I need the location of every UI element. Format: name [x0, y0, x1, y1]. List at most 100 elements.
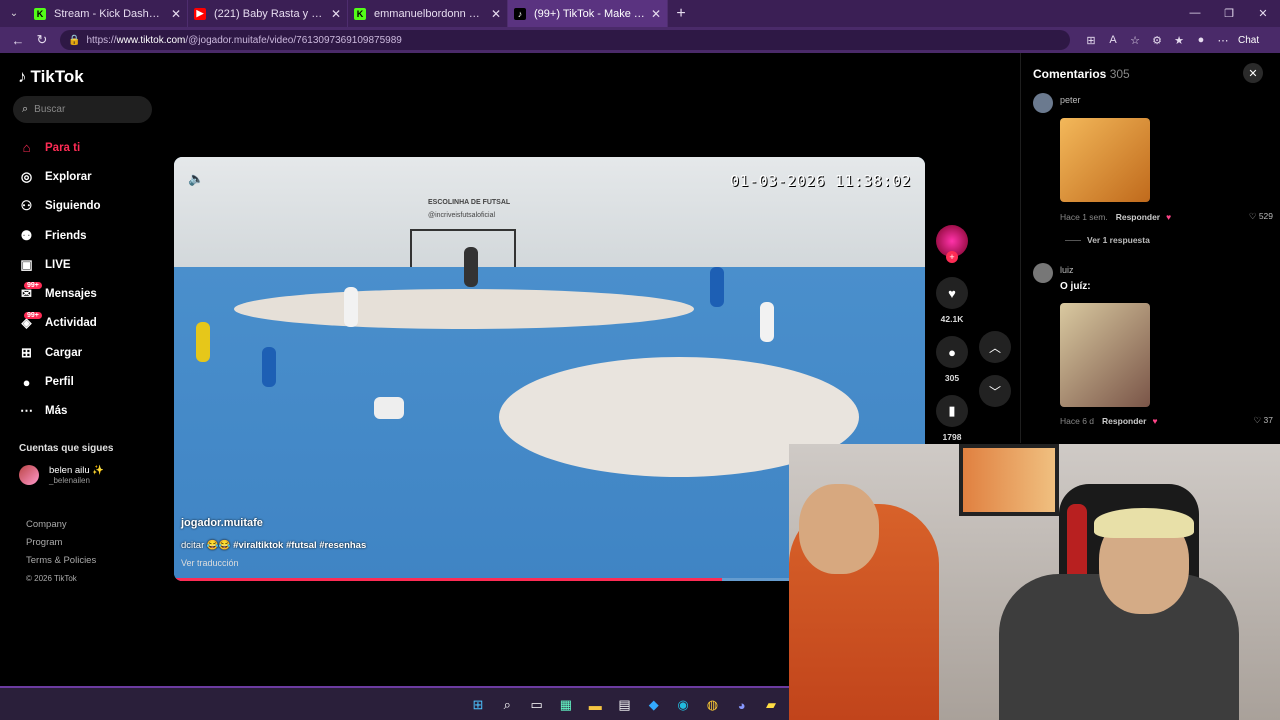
- wifi-app-icon[interactable]: ◆: [644, 696, 664, 714]
- reload-icon[interactable]: ↻: [30, 32, 54, 48]
- close-tab-icon[interactable]: ✕: [491, 7, 501, 21]
- sidebar-item-perfil[interactable]: ● Perfil: [18, 367, 158, 396]
- browser-tab-4[interactable]: ♪ (99+) TikTok - Make Your Day ✕: [508, 0, 668, 27]
- widgets-icon[interactable]: ▦: [556, 696, 576, 714]
- save-count: 1798: [942, 432, 962, 442]
- hashtag[interactable]: #resenhas: [319, 540, 366, 551]
- video-progress-fill: [174, 578, 723, 581]
- url-host: www.tiktok.com: [116, 34, 186, 46]
- video-timestamp: 01-03-2026 11:38:02: [730, 172, 912, 190]
- comment-button[interactable]: ●: [936, 336, 968, 368]
- hashtag[interactable]: #viraltiktok: [233, 540, 283, 551]
- tab-menu-icon[interactable]: ⌄: [0, 0, 28, 27]
- footer-link-program[interactable]: Program: [26, 534, 96, 552]
- comment-like-button[interactable]: ♡ 37: [1254, 415, 1273, 426]
- app-icon[interactable]: ⊞: [1080, 34, 1102, 47]
- sidebar-item-siguiendo[interactable]: ⚇ Siguiendo: [18, 192, 158, 221]
- comment-item: peter Hace 1 sem. Responder ♥ ♡ 529: [1033, 93, 1273, 243]
- profile-avatar-icon[interactable]: ●: [1190, 34, 1212, 47]
- sidebar-item-label: Explorar: [45, 170, 92, 183]
- save-button[interactable]: ▮: [936, 395, 968, 427]
- sidebar-item-explorar[interactable]: ◎ Explorar: [18, 162, 158, 191]
- favorites-bar-icon[interactable]: ★: [1168, 34, 1190, 47]
- see-translation-link[interactable]: Ver traducción: [181, 558, 239, 568]
- profile-icon: ●: [22, 374, 31, 390]
- avatar[interactable]: [1033, 93, 1053, 113]
- extensions-icon[interactable]: ⚙: [1146, 34, 1168, 47]
- next-video-button[interactable]: ﹀: [979, 375, 1011, 407]
- video-description: dcitar 😂😂 #viraltiktok #futsal #resenhas: [181, 540, 366, 551]
- compass-icon: ◎: [20, 168, 33, 184]
- menu-icon[interactable]: ⋯: [1212, 34, 1234, 47]
- sidebar-item-label: Friends: [45, 229, 87, 242]
- like-button[interactable]: ♥: [936, 277, 968, 309]
- comment-like-button[interactable]: ♡ 529: [1249, 211, 1273, 222]
- sidebar-item-friends[interactable]: ⚉ Friends: [18, 221, 158, 250]
- notification-badge: 99+: [24, 311, 42, 319]
- footer-link-terms[interactable]: Terms & Policies: [26, 552, 96, 570]
- new-tab-button[interactable]: +: [668, 5, 694, 23]
- follow-plus-icon[interactable]: +: [946, 251, 958, 263]
- footer-link-company[interactable]: Company: [26, 516, 96, 534]
- video-frame-player: [262, 347, 276, 387]
- chrome-icon[interactable]: ◍: [702, 696, 722, 714]
- webcam-overlay: [789, 444, 1280, 720]
- hashtag[interactable]: #futsal: [286, 540, 317, 551]
- copilot-chat-button[interactable]: Chat: [1238, 35, 1259, 46]
- creator-avatar[interactable]: +: [936, 225, 968, 263]
- following-account[interactable]: belen ailu ✨ _belenailen: [19, 465, 104, 485]
- upload-icon: ⊞: [21, 344, 32, 360]
- store-icon[interactable]: ▤: [614, 696, 634, 714]
- comment-username[interactable]: peter: [1060, 95, 1081, 105]
- bookmark-icon: ▮: [948, 403, 956, 418]
- close-tab-icon[interactable]: ✕: [171, 7, 181, 21]
- avatar[interactable]: [1033, 263, 1053, 283]
- reply-button[interactable]: Responder: [1116, 212, 1160, 222]
- comment-time: Hace 1 sem.: [1060, 211, 1108, 222]
- browser-tab-3[interactable]: K emmanuelbordonn Stream - Watc ✕: [348, 0, 508, 27]
- close-tab-icon[interactable]: ✕: [331, 7, 341, 21]
- browser-tab-2[interactable]: ▶ (221) Baby Rasta y Gringo Feat Fa ✕: [188, 0, 348, 27]
- minimize-icon[interactable]: —: [1178, 7, 1212, 20]
- restore-icon[interactable]: ❐: [1212, 7, 1246, 20]
- file-explorer-icon[interactable]: ▬: [585, 696, 605, 714]
- view-replies-button[interactable]: Ver 1 respuesta: [1065, 235, 1150, 245]
- volume-icon[interactable]: 🔈: [188, 171, 204, 187]
- video-wall-text: ESCOLINHA DE FUTSAL @incriveisfutsalofic…: [428, 199, 510, 219]
- sidebar-item-mas[interactable]: ⋯ Más: [18, 397, 158, 426]
- app-icon[interactable]: ▰: [761, 696, 781, 714]
- close-comments-button[interactable]: ✕: [1243, 63, 1263, 83]
- favorite-icon[interactable]: ☆: [1124, 34, 1146, 47]
- tiktok-logo[interactable]: ♪ TikTok: [18, 67, 84, 87]
- previous-video-button[interactable]: ︿: [979, 331, 1011, 363]
- sidebar-item-label: Más: [45, 405, 68, 418]
- sidebar-item-mensajes[interactable]: ✉ 99+ Mensajes: [18, 279, 158, 308]
- wall-school-name: ESCOLINHA DE FUTSAL: [428, 199, 511, 206]
- video-frame-player: [710, 267, 724, 307]
- sidebar-item-live[interactable]: ▣ LIVE: [18, 250, 158, 279]
- search-icon[interactable]: ⌕: [497, 696, 517, 714]
- discord-icon[interactable]: ◕: [732, 696, 752, 714]
- comment-username[interactable]: luiz: [1060, 265, 1074, 275]
- comment-gif: [1060, 118, 1150, 202]
- sidebar-item-label: Mensajes: [45, 288, 97, 301]
- video-frame-player: [374, 397, 404, 419]
- friends-icon: ⚉: [20, 227, 33, 243]
- url-field[interactable]: 🔒 https://www.tiktok.com/@jogador.muitaf…: [60, 30, 1070, 50]
- like-count: 42.1K: [940, 314, 964, 324]
- task-view-icon[interactable]: ▭: [527, 696, 547, 714]
- sidebar-item-para-ti[interactable]: ⌂ Para ti: [18, 133, 158, 162]
- reply-button[interactable]: Responder: [1102, 416, 1146, 426]
- sidebar-item-actividad[interactable]: ◈ 99+ Actividad: [18, 309, 158, 338]
- sidebar-item-cargar[interactable]: ⊞ Cargar: [18, 338, 158, 367]
- back-icon[interactable]: ←: [6, 33, 30, 48]
- video-author[interactable]: jogador.muitafe: [181, 517, 263, 529]
- search-input[interactable]: ⌕ Buscar: [13, 96, 152, 123]
- edge-icon[interactable]: ◉: [673, 696, 693, 714]
- browser-tab-1[interactable]: K Stream - Kick Dashboard ✕: [28, 0, 188, 27]
- close-window-icon[interactable]: ✕: [1246, 7, 1280, 20]
- sidebar-item-label: Cargar: [45, 346, 83, 359]
- translate-icon[interactable]: A: [1102, 34, 1124, 47]
- windows-start-icon[interactable]: ⊞: [468, 696, 488, 714]
- close-tab-icon[interactable]: ✕: [651, 7, 661, 21]
